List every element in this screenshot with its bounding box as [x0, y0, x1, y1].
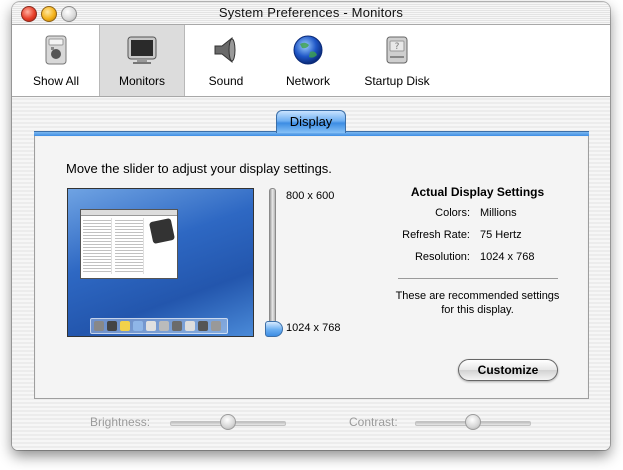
title-bar[interactable]: System Preferences - Monitors: [12, 2, 610, 25]
customize-button[interactable]: Customize: [458, 359, 558, 381]
hard-disk-icon: ?: [386, 36, 408, 64]
toolbar-label-sound: Sound: [208, 74, 244, 88]
monitor-icon: [127, 36, 157, 64]
toolbar-label-show-all: Show All: [32, 74, 80, 88]
settings-value: Millions: [480, 207, 517, 219]
settings-row-colors: Colors: Millions: [395, 207, 560, 229]
toolbar-item-startup-disk[interactable]: ? Startup Disk: [355, 25, 439, 96]
settings-divider: [398, 278, 558, 279]
settings-row-refresh-rate: Refresh Rate: 75 Hertz: [395, 229, 560, 251]
toolbar-label-startup-disk: Startup Disk: [364, 74, 430, 88]
toolbar-item-network[interactable]: Network: [274, 25, 342, 96]
resolution-tick-top: 800 x 600: [286, 190, 335, 202]
settings-key: Resolution:: [414, 251, 470, 263]
globe-icon: [293, 35, 323, 65]
toolbar-item-show-all[interactable]: Show All: [22, 25, 90, 96]
toolbar-label-monitors: Monitors: [118, 74, 165, 88]
settings-key: Colors:: [435, 207, 470, 219]
tab-display[interactable]: Display: [276, 110, 346, 133]
toolbar-item-monitors[interactable]: Monitors: [99, 25, 185, 96]
contrast-slider-knob[interactable]: [465, 414, 481, 430]
preferences-toolbar: Show All Monitors Sound Network ? Startu…: [12, 25, 610, 97]
system-preferences-window: System Preferences - Monitors Show All M…: [12, 2, 610, 450]
brightness-label: Brightness:: [90, 415, 151, 429]
svg-text:?: ?: [395, 42, 400, 52]
resolution-slider-thumb[interactable]: [265, 321, 283, 337]
speaker-icon: [214, 36, 236, 64]
toolbar-item-sound[interactable]: Sound: [192, 25, 260, 96]
display-preview-thumbnail: [67, 188, 254, 337]
resolution-slider-track[interactable]: [269, 188, 276, 331]
settings-header: Actual Display Settings: [410, 185, 545, 199]
recommended-note: These are recommended settings for this …: [395, 290, 560, 316]
brightness-slider-knob[interactable]: [220, 414, 236, 430]
contrast-label: Contrast:: [349, 415, 398, 429]
actual-display-settings: Actual Display Settings Colors: Millions…: [395, 185, 560, 273]
instruction-text: Move the slider to adjust your display s…: [66, 161, 332, 176]
window-title: System Preferences - Monitors: [218, 5, 404, 20]
settings-value: 75 Hertz: [480, 229, 522, 241]
preview-dock: [90, 318, 228, 334]
resolution-tick-bottom: 1024 x 768: [286, 322, 341, 334]
settings-value: 1024 x 768: [480, 251, 535, 263]
settings-row-resolution: Resolution: 1024 x 768: [395, 251, 560, 273]
settings-key: Refresh Rate:: [402, 229, 470, 241]
preview-finder-window: [80, 209, 178, 279]
toolbar-label-network: Network: [285, 74, 330, 88]
apple-switch-icon: [45, 35, 67, 65]
display-panel: Move the slider to adjust your display s…: [34, 135, 589, 399]
